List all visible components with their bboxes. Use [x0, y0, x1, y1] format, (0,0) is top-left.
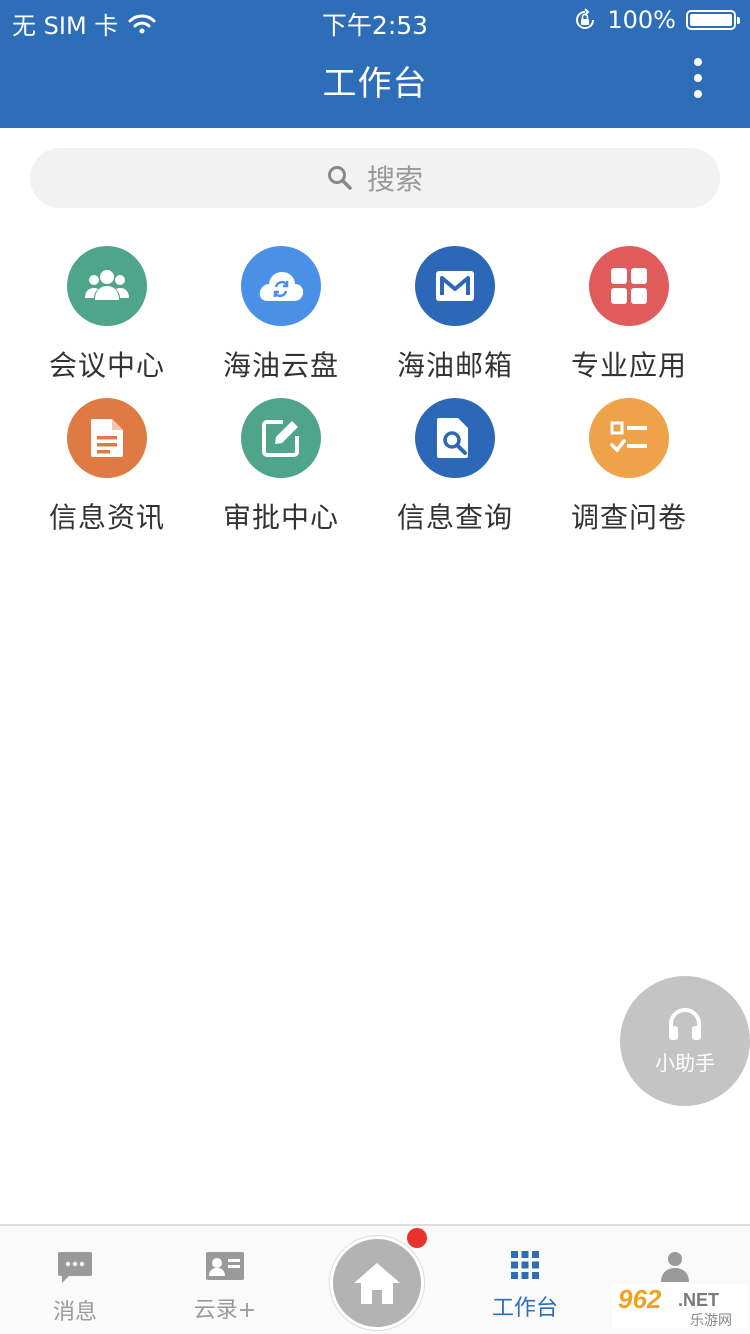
home-button[interactable] — [330, 1236, 424, 1330]
page-title: 工作台 — [322, 64, 428, 104]
notification-badge — [407, 1228, 427, 1248]
checklist-icon — [589, 398, 669, 478]
battery-fill — [690, 14, 732, 26]
assistant-button[interactable]: 小助手 — [620, 976, 750, 1106]
app-meeting-center[interactable]: 会议中心 — [20, 246, 194, 396]
app-label: 审批中心 — [222, 501, 339, 534]
battery-percent: 100% — [607, 6, 676, 34]
app-mail[interactable]: 海油邮箱 — [368, 246, 542, 396]
file-search-icon — [415, 398, 495, 478]
app-info-query[interactable]: 信息查询 — [368, 398, 542, 548]
tab-label: 云录+ — [193, 1298, 257, 1323]
app-news[interactable]: 信息资讯 — [20, 398, 194, 548]
status-bar: 无 SIM 卡 下午2:53 100% — [0, 0, 750, 40]
app-survey[interactable]: 调查问卷 — [542, 398, 716, 548]
contact-card-icon — [206, 1252, 244, 1280]
home-icon — [354, 1263, 400, 1304]
search-input[interactable]: 搜索 — [30, 148, 720, 208]
app-header: 无 SIM 卡 下午2:53 100% 工作台 — [0, 0, 750, 128]
app-label: 调查问卷 — [570, 501, 687, 534]
search-icon — [327, 166, 352, 190]
document-icon — [67, 398, 147, 478]
edit-icon — [241, 398, 321, 478]
mail-icon — [415, 246, 495, 326]
tab-label: 工作台 — [491, 1296, 558, 1321]
svg-text:.NET: .NET — [678, 1290, 719, 1310]
meeting-icon — [67, 246, 147, 326]
cloud-sync-icon — [241, 246, 321, 326]
app-label: 会议中心 — [48, 349, 165, 382]
tab-label: 消息 — [52, 1300, 97, 1325]
tab-messages[interactable]: 消息 — [0, 1250, 150, 1326]
app-label: 专业应用 — [570, 349, 687, 382]
app-cloud-drive[interactable]: 海油云盘 — [194, 246, 368, 396]
app-label: 信息查询 — [396, 501, 513, 534]
tab-contacts[interactable]: 云录+ — [150, 1250, 300, 1324]
svg-text:962: 962 — [618, 1284, 662, 1314]
assistant-label: 小助手 — [655, 1050, 715, 1075]
app-label: 海油云盘 — [222, 349, 339, 382]
svg-text:乐游网: 乐游网 — [690, 1313, 732, 1328]
tab-workbench[interactable]: 工作台 — [450, 1250, 600, 1322]
profile-icon — [661, 1252, 689, 1282]
battery-icon — [686, 10, 740, 30]
apps-grid-icon — [589, 246, 669, 326]
app-label: 海油邮箱 — [396, 349, 513, 382]
more-vertical-icon[interactable] — [678, 58, 718, 98]
rotation-lock-icon — [576, 8, 595, 29]
app-approval[interactable]: 审批中心 — [194, 398, 368, 548]
search-placeholder: 搜索 — [366, 163, 423, 196]
headset-icon — [669, 1007, 701, 1040]
tab-profile[interactable] — [600, 1250, 750, 1288]
message-icon — [58, 1252, 92, 1283]
app-professional[interactable]: 专业应用 — [542, 246, 716, 396]
grid-icon — [511, 1251, 539, 1279]
app-label: 信息资讯 — [48, 501, 165, 534]
status-right: 100% — [573, 6, 740, 34]
watermark-logo: 962 .NET 乐游网 — [612, 1284, 748, 1329]
